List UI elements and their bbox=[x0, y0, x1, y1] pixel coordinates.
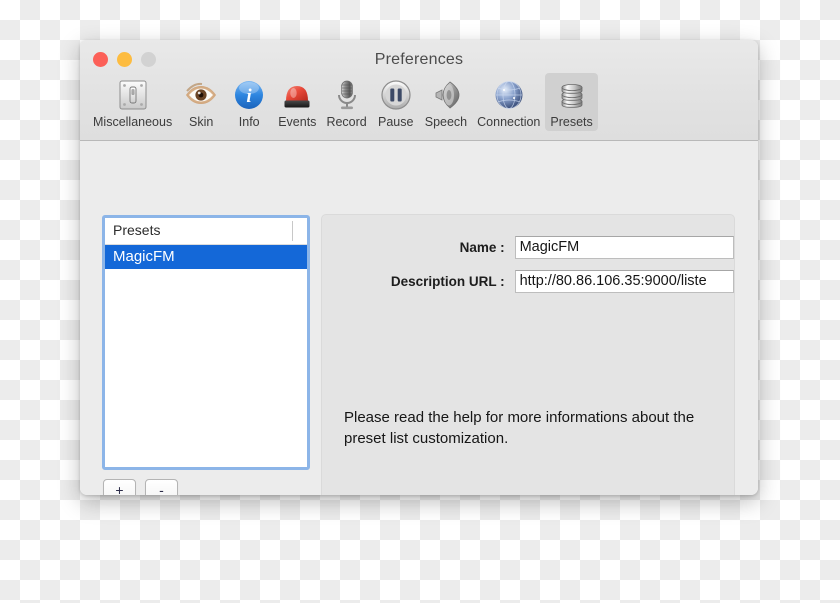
toolbar-item-label: Presets bbox=[550, 115, 593, 129]
list-item[interactable]: MagicFM bbox=[105, 245, 307, 269]
add-preset-button[interactable]: + bbox=[103, 479, 136, 495]
preferences-window: Preferences Miscellaneous Skin i Info Ev… bbox=[80, 40, 758, 495]
name-input[interactable]: MagicFM bbox=[514, 236, 734, 259]
preset-list-buttons: + - bbox=[103, 479, 178, 495]
toolbar-item-label: Connection bbox=[477, 115, 541, 129]
siren-light-icon bbox=[278, 76, 316, 114]
help-text: Please read the help for more informatio… bbox=[344, 409, 695, 447]
switch-plate-icon bbox=[114, 76, 152, 114]
preferences-content: Presets MagicFM + - Name : MagicFM Descr… bbox=[80, 141, 758, 495]
info-circle-icon: i bbox=[230, 76, 268, 114]
database-stack-icon bbox=[553, 76, 591, 114]
pause-circle-icon bbox=[377, 76, 415, 114]
toolbar-item-speech[interactable]: Speech bbox=[420, 73, 472, 131]
remove-preset-button[interactable]: - bbox=[145, 479, 178, 495]
svg-text:i: i bbox=[247, 86, 253, 107]
toolbar-item-label: Info bbox=[238, 115, 260, 129]
toolbar-item-pause[interactable]: Pause bbox=[372, 73, 420, 131]
speaker-icon bbox=[427, 76, 465, 114]
toolbar-item-record[interactable]: Record bbox=[321, 73, 371, 131]
preset-list[interactable]: Presets MagicFM bbox=[102, 215, 310, 470]
toolbar-item-events[interactable]: Events bbox=[273, 73, 321, 131]
name-field-row: Name : MagicFM bbox=[322, 236, 734, 259]
toolbar-item-miscellaneous[interactable]: Miscellaneous bbox=[88, 73, 177, 131]
toolbar-item-label: Pause bbox=[378, 115, 414, 129]
description-url-field-row: Description URL : http://80.86.106.35:90… bbox=[322, 270, 734, 293]
microphone-icon bbox=[328, 76, 366, 114]
toolbar-item-label: Miscellaneous bbox=[93, 115, 173, 129]
column-divider[interactable] bbox=[292, 221, 293, 241]
toolbar-item-skin[interactable]: Skin bbox=[177, 73, 225, 131]
toolbar-item-label: Record bbox=[326, 115, 367, 129]
toolbar-item-label: Events bbox=[278, 115, 317, 129]
preset-list-header: Presets bbox=[105, 218, 307, 245]
toolbar-item-label: Speech bbox=[424, 115, 468, 129]
globe-icon bbox=[490, 76, 528, 114]
name-label: Name : bbox=[459, 240, 505, 255]
eye-icon bbox=[182, 76, 220, 114]
description-url-label: Description URL : bbox=[390, 274, 505, 289]
toolbar-item-label: Skin bbox=[189, 115, 214, 129]
toolbar-item-connection[interactable]: Connection bbox=[472, 73, 545, 131]
toolbar-item-info[interactable]: i Info bbox=[225, 73, 273, 131]
preset-list-header-label: Presets bbox=[113, 222, 161, 238]
window-titlebar: Preferences Miscellaneous Skin i Info Ev… bbox=[80, 40, 758, 141]
preferences-toolbar: Miscellaneous Skin i Info Events Record … bbox=[88, 73, 750, 138]
window-title: Preferences bbox=[374, 51, 464, 68]
description-url-input[interactable]: http://80.86.106.35:9000/liste bbox=[514, 270, 734, 293]
toolbar-item-presets[interactable]: Presets bbox=[545, 73, 598, 131]
preset-detail-panel: Name : MagicFM Description URL : http://… bbox=[321, 214, 735, 495]
